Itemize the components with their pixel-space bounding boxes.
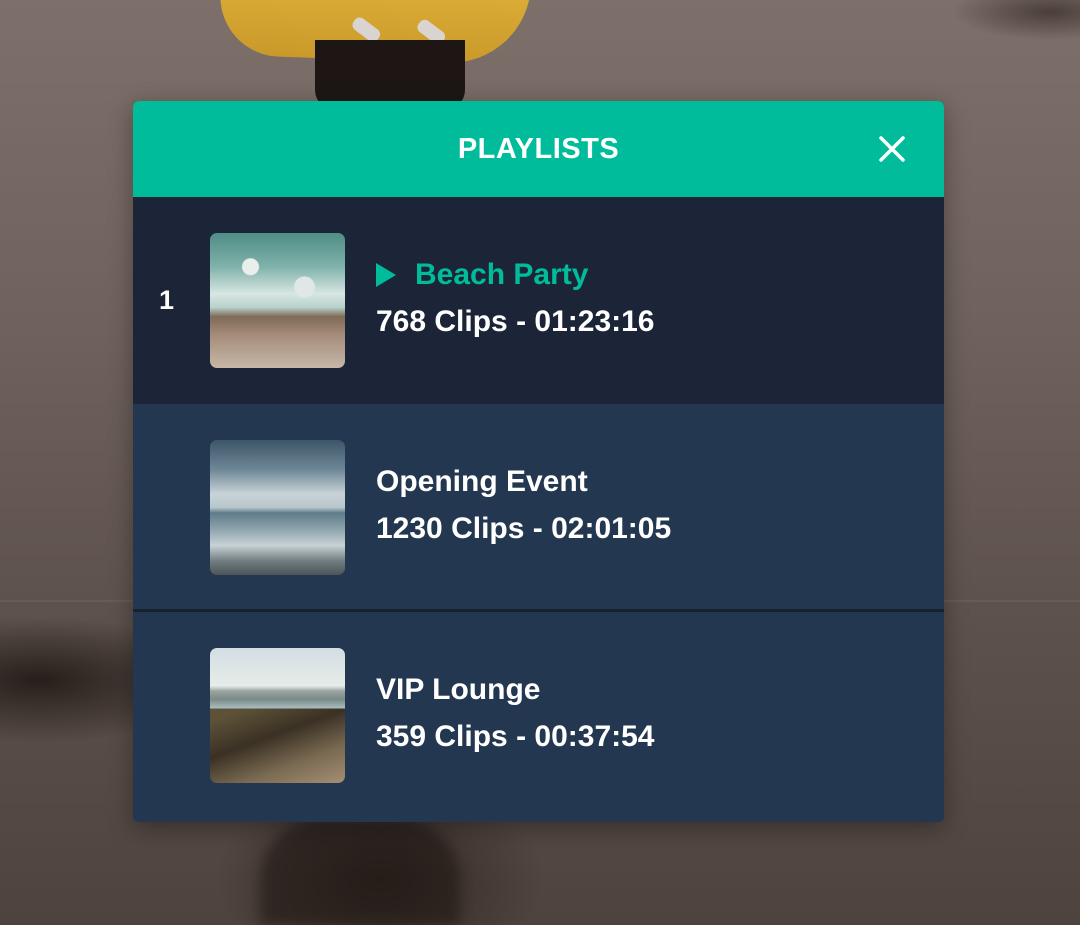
surfer-legs	[315, 40, 465, 110]
play-icon	[376, 263, 396, 287]
panel-title: PLAYLISTS	[457, 132, 620, 165]
playlist-title: Beach Party	[415, 258, 589, 291]
water-reflection	[260, 820, 460, 925]
playlist-title: Opening Event	[376, 465, 588, 498]
playlist-meta: 1230 Clips - 02:01:05	[376, 512, 672, 545]
playlist-thumbnail	[210, 233, 345, 368]
playlist-item-vip-lounge[interactable]: VIP Lounge 359 Clips - 00:37:54	[133, 612, 944, 822]
playlist-item-opening-event[interactable]: Opening Event 1230 Clips - 02:01:05	[133, 404, 944, 612]
playlist-meta: 768 Clips - 01:23:16	[376, 305, 655, 338]
playlist-meta: 359 Clips - 00:37:54	[376, 720, 655, 753]
playlist-thumbnail	[210, 440, 345, 575]
playlists-panel: PLAYLISTS 1 Beach Party 768 Clips - 01:2…	[133, 101, 944, 822]
panel-header: PLAYLISTS	[133, 101, 944, 197]
close-icon	[879, 136, 905, 162]
close-button[interactable]	[876, 133, 908, 165]
playlist-index: 1	[159, 285, 175, 315]
playlist-item-beach-party[interactable]: 1 Beach Party 768 Clips - 01:23:16	[133, 197, 944, 404]
playlist-thumbnail	[210, 648, 345, 783]
playlist-title: VIP Lounge	[376, 673, 541, 706]
